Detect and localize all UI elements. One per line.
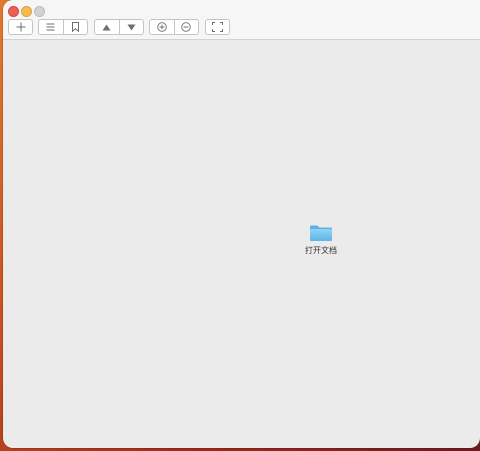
plus-icon [16,22,25,32]
fullscreen-icon [212,22,223,32]
bookmark-button[interactable] [62,20,88,34]
zoom-out-button[interactable] [173,20,199,34]
circle-minus-icon [181,22,192,32]
list-icon [46,23,55,31]
open-document-label: 打开文档 [305,246,337,255]
circle-plus-icon [156,22,167,32]
minimize-window-button[interactable] [21,6,32,17]
folder-icon [310,225,332,241]
page-navigation-group [94,19,144,35]
fullscreen-button[interactable] [205,19,230,35]
next-page-button[interactable] [118,20,144,34]
open-document-button[interactable]: 打开文档 [301,224,341,256]
triangle-up-icon [102,24,111,30]
bookmark-icon [71,22,79,32]
zoom-in-button[interactable] [150,20,174,34]
triangle-down-icon [127,24,136,30]
list-button[interactable] [39,20,63,34]
add-button[interactable] [8,19,33,35]
view-segment-group [38,19,88,35]
zoom-group [149,19,199,35]
app-window: 打开文档 [3,0,480,448]
maximize-window-button[interactable] [34,6,45,17]
title-bar [3,0,480,40]
close-window-button[interactable] [8,6,19,17]
previous-page-button[interactable] [95,20,119,34]
